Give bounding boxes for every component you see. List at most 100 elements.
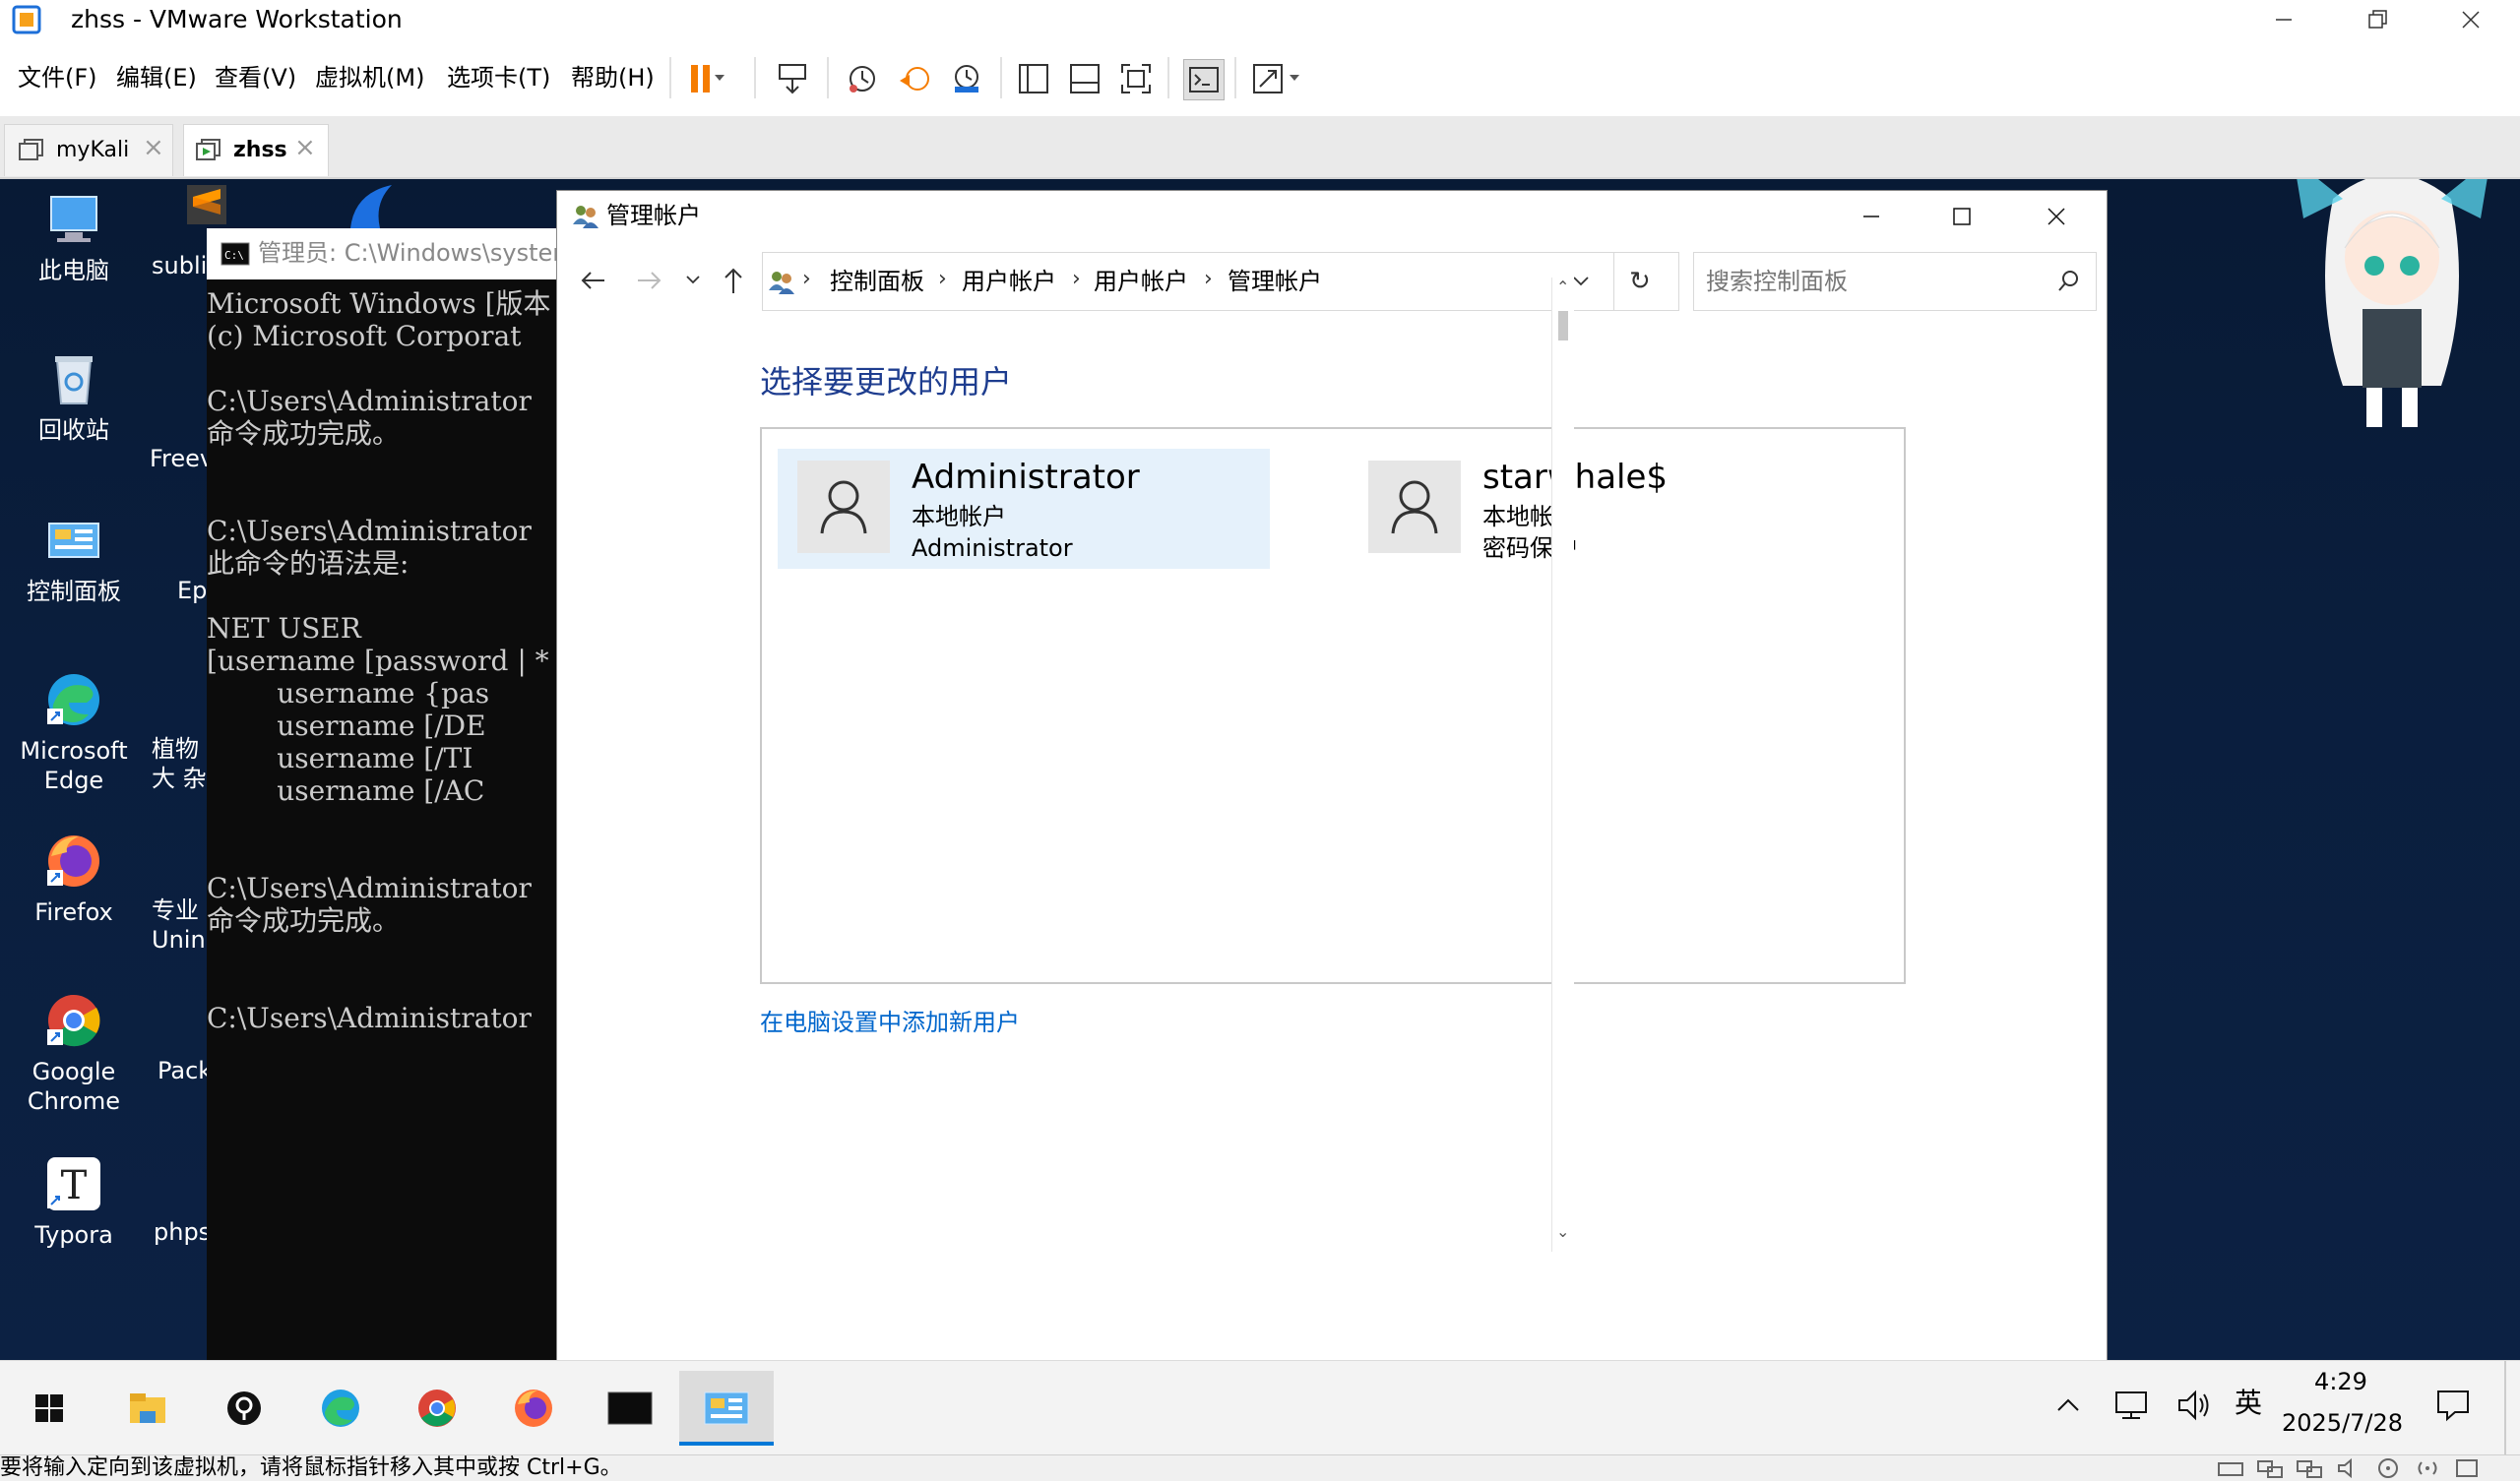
chevron-right-icon[interactable]: › xyxy=(938,267,947,291)
desktop-icon-edge[interactable]: Microsoft Edge xyxy=(10,669,138,795)
thumbnail-bar-icon[interactable] xyxy=(1065,59,1104,98)
desktop-icon-control-panel[interactable]: 控制面板 xyxy=(10,510,138,606)
desktop-icon-label[interactable]: subli xyxy=(152,252,207,279)
menu-file[interactable]: 文件(F) xyxy=(18,61,97,94)
chevron-right-icon[interactable]: › xyxy=(1072,267,1081,291)
scrollbar-thumb[interactable] xyxy=(1558,311,1568,340)
stretch-guest-icon[interactable] xyxy=(1250,59,1299,98)
desktop-icon-chrome[interactable]: Google Chrome xyxy=(10,990,138,1116)
menu-edit[interactable]: 编辑(E) xyxy=(116,61,197,94)
vm-tab-strip: myKali × zhss × xyxy=(0,116,2520,179)
refresh-icon[interactable]: ↻ xyxy=(1629,267,1651,296)
vertical-scrollbar[interactable]: ⌃ ⌄ xyxy=(1551,278,1574,1252)
cmd-icon[interactable] xyxy=(583,1371,677,1446)
wireless-icon[interactable] xyxy=(2414,1457,2441,1483)
show-hidden-icons-chevron-icon[interactable] xyxy=(2053,1390,2083,1424)
control-panel-window[interactable]: 管理帐户 › 控制面板 › 用户帐户 › 用户帐户 › 管理帐户 ↻ 搜索控制面… xyxy=(557,191,2107,1360)
guest-desktop[interactable]: 此电脑 回收站 控制面板 Microsoft Edge Firefox Goog… xyxy=(0,179,2520,1360)
scroll-up-chevron-icon[interactable]: ⌃ xyxy=(1556,278,1569,296)
app-icon[interactable] xyxy=(341,183,400,228)
chevron-right-icon[interactable]: › xyxy=(1204,267,1213,291)
snapshot-manager-icon[interactable] xyxy=(947,59,986,98)
menu-view[interactable]: 查看(V) xyxy=(215,61,296,94)
desktop-icon-recycle-bin[interactable]: 回收站 xyxy=(10,348,138,445)
hard-disk-icon[interactable] xyxy=(2217,1457,2244,1483)
search-icon[interactable] xyxy=(2056,269,2082,298)
cd-dvd-icon[interactable] xyxy=(2374,1457,2402,1483)
desktop-icon-label[interactable]: Freev xyxy=(150,445,214,472)
taskbar-clock[interactable]: 4:29 2025/7/28 xyxy=(2282,1367,2403,1438)
tab-mykali[interactable]: myKali × xyxy=(4,124,173,176)
show-library-icon[interactable] xyxy=(1014,59,1053,98)
desktop-icon-label[interactable]: Pack xyxy=(158,1057,212,1084)
chrome-icon[interactable] xyxy=(390,1371,484,1446)
desktop-icon-firefox[interactable]: Firefox xyxy=(10,831,138,927)
search-placeholder: 搜索控制面板 xyxy=(1706,268,1848,295)
revert-snapshot-icon[interactable] xyxy=(896,59,935,98)
volume-icon[interactable] xyxy=(2175,1389,2211,1426)
recent-locations-chevron-icon[interactable] xyxy=(683,270,703,293)
breadcrumb-control-panel[interactable]: 控制面板 xyxy=(830,267,924,296)
add-new-user-link[interactable]: 在电脑设置中添加新用户 xyxy=(760,1008,1020,1037)
restore-button[interactable] xyxy=(2329,0,2427,39)
full-screen-icon[interactable] xyxy=(1116,59,1156,98)
desktop-icon-label[interactable]: 植物大 杂 xyxy=(152,734,211,793)
search-control-panel-input[interactable]: 搜索控制面板 xyxy=(1693,252,2097,311)
start-icon[interactable] xyxy=(2,1371,96,1446)
pause-icon[interactable] xyxy=(685,59,724,98)
desktop-icon-typora[interactable]: T Typora xyxy=(10,1153,138,1250)
breadcrumb-user-accounts-sub[interactable]: 用户帐户 xyxy=(1094,267,1188,296)
cmd-output-line xyxy=(207,352,551,385)
ime-indicator[interactable]: 英 xyxy=(2235,1387,2262,1420)
firefox-icon[interactable] xyxy=(486,1371,581,1446)
cmd-titlebar[interactable]: C:\ 管理员: C:\Windows\system xyxy=(207,228,567,279)
breadcrumb-manage-accounts[interactable]: 管理帐户 xyxy=(1228,267,1322,296)
user-card-administrator[interactable]: Administrator 本地帐户 Administrator xyxy=(778,449,1270,569)
toolbar-separator xyxy=(754,57,756,98)
console-view-icon[interactable] xyxy=(1183,59,1225,100)
desktop-icon-label[interactable]: phps xyxy=(154,1218,211,1246)
pin-app-icon[interactable] xyxy=(197,1371,291,1446)
tab-close-icon[interactable]: × xyxy=(143,133,164,162)
cp-minimize-button[interactable] xyxy=(1827,191,1916,242)
up-arrow-icon[interactable] xyxy=(719,266,748,299)
network-icon[interactable] xyxy=(2114,1389,2150,1426)
close-button[interactable] xyxy=(2422,0,2520,39)
tab-close-icon[interactable]: × xyxy=(294,133,316,162)
cmd-window[interactable]: C:\ 管理员: C:\Windows\system Microsoft Win… xyxy=(207,228,567,1360)
tab-zhss[interactable]: zhss × xyxy=(183,124,329,176)
network-adapter-icon[interactable] xyxy=(2256,1457,2284,1483)
scroll-down-chevron-icon[interactable]: ⌄ xyxy=(1556,1222,1569,1241)
sublime-icon[interactable] xyxy=(187,185,226,224)
file-explorer-icon[interactable] xyxy=(100,1371,195,1446)
control-panel-icon[interactable] xyxy=(679,1371,774,1446)
forward-arrow-icon[interactable] xyxy=(634,266,663,299)
user-card-starwhale[interactable]: starwhale$ 本地帐户 密码保护 xyxy=(1349,449,1841,569)
cmd-output-line: [username [password | * xyxy=(207,645,549,677)
snapshot-icon[interactable] xyxy=(843,59,882,98)
message-icon[interactable] xyxy=(2453,1457,2481,1483)
desktop-icon-label[interactable]: Ep xyxy=(177,577,207,604)
menu-vm[interactable]: 虚拟机(M) xyxy=(315,61,424,94)
chevron-right-icon: › xyxy=(802,267,811,291)
menu-help[interactable]: 帮助(H) xyxy=(571,61,655,94)
network-adapter-icon[interactable] xyxy=(2296,1457,2323,1483)
show-desktop-button[interactable] xyxy=(2504,1361,2506,1455)
cmd-output[interactable]: Microsoft Windows [版本 (c) Microsoft Corpo… xyxy=(207,287,551,1034)
desktop-icon-this-pc[interactable]: 此电脑 xyxy=(10,189,138,285)
notification-center-icon[interactable] xyxy=(2435,1389,2471,1426)
control-panel-icon xyxy=(767,267,796,300)
back-arrow-icon[interactable] xyxy=(579,266,608,299)
menu-tabs[interactable]: 选项卡(T) xyxy=(447,61,550,94)
desktop-icon-label[interactable]: 专业 Unin xyxy=(152,896,211,955)
send-ctrl-alt-del-icon[interactable] xyxy=(774,59,813,98)
desktop-character-widget[interactable] xyxy=(2264,179,2520,455)
edge-icon[interactable] xyxy=(293,1371,388,1446)
minimize-button[interactable] xyxy=(2235,0,2333,39)
cp-maximize-button[interactable] xyxy=(1918,191,2006,242)
cp-titlebar[interactable]: 管理帐户 xyxy=(557,191,2107,242)
cp-close-button[interactable] xyxy=(2010,191,2103,242)
breadcrumb-user-accounts[interactable]: 用户帐户 xyxy=(962,267,1056,296)
sound-card-icon[interactable] xyxy=(2335,1457,2362,1483)
address-bar[interactable]: › 控制面板 › 用户帐户 › 用户帐户 › 管理帐户 ↻ xyxy=(762,252,1679,311)
